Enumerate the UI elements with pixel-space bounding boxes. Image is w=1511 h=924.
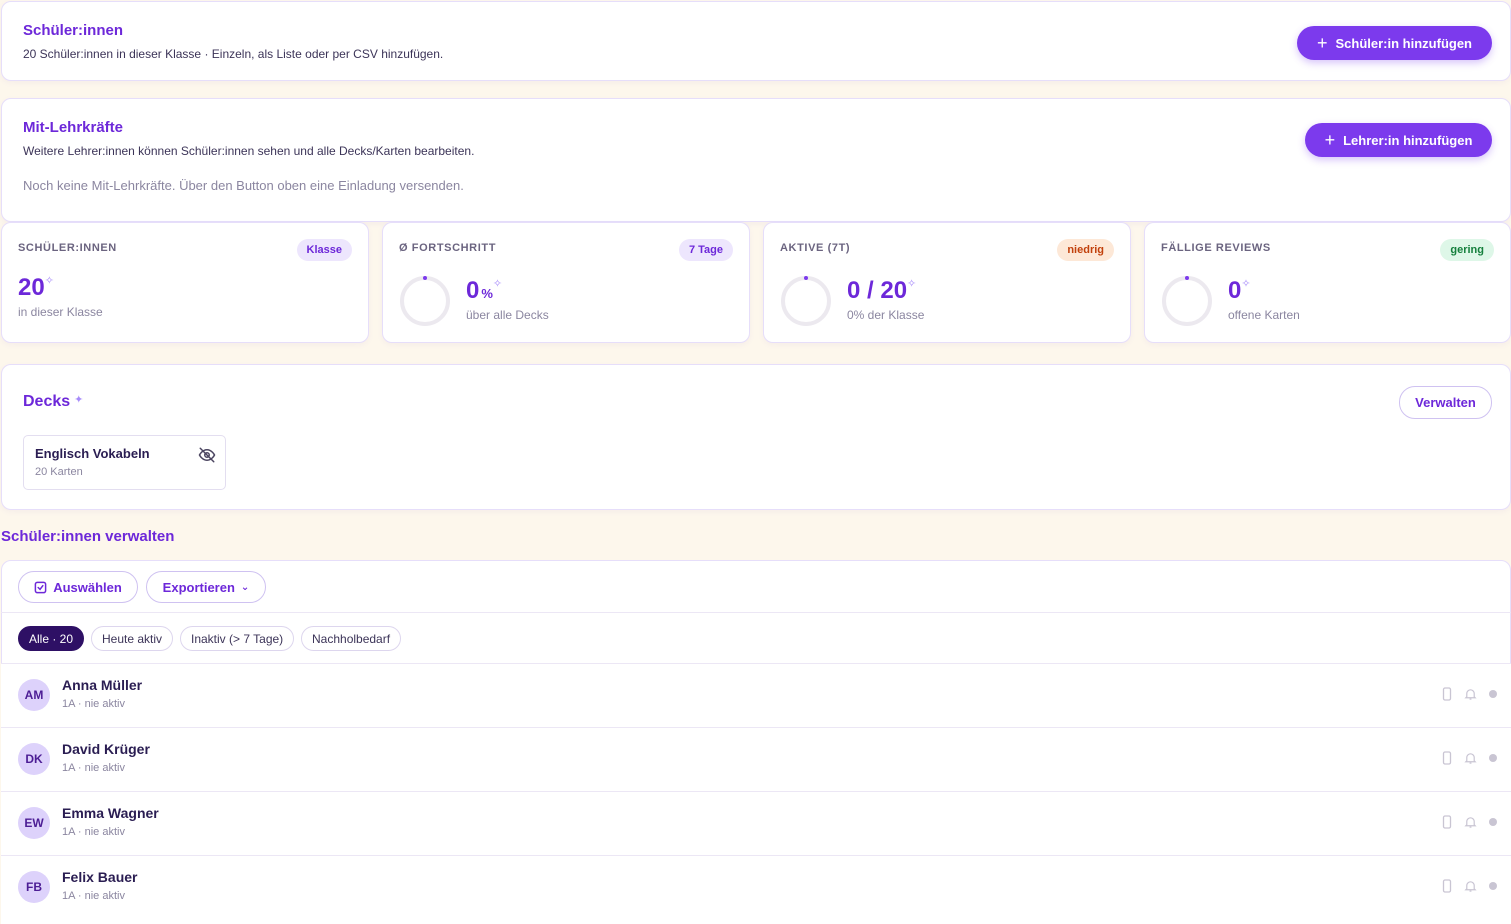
checkbox-icon <box>34 581 47 593</box>
decks-title: Decks <box>23 393 71 410</box>
student-row[interactable]: AM Anna Müller 1A · nie aktiv <box>1 663 1511 727</box>
status-dot <box>1489 690 1497 698</box>
add-student-label: Schüler:in hinzufügen <box>1335 35 1473 51</box>
deck-count: 20 Karten <box>35 466 83 478</box>
phone-icon[interactable] <box>1442 751 1452 765</box>
stat-card-active: AKTIVE (7T) niedrig 0 / 20✧ 0% der Klass… <box>763 222 1131 343</box>
stat-card-reviews: FÄLLIGE REVIEWS gering 0✧ offene Karten <box>1144 222 1511 343</box>
row-actions <box>1442 815 1497 829</box>
stat-badge: Klasse <box>296 239 352 261</box>
student-row[interactable]: FB Felix Bauer 1A · nie aktiv <box>1 855 1511 924</box>
students-subtitle: 20 Schüler:innen in dieser Klasse · Einz… <box>23 47 444 61</box>
row-actions <box>1442 687 1497 701</box>
status-dot <box>1489 754 1497 762</box>
phone-icon[interactable] <box>1442 687 1452 701</box>
select-label: Auswählen <box>53 579 122 595</box>
avatar: AM <box>18 679 50 711</box>
student-meta: 1A · nie aktiv <box>62 826 125 838</box>
deck-name: Englisch Vokabeln <box>35 446 150 461</box>
student-meta: 1A · nie aktiv <box>62 698 125 710</box>
select-button[interactable]: Auswählen <box>18 571 138 603</box>
add-teacher-label: Lehrer:in hinzufügen <box>1343 132 1473 148</box>
stat-value: 0 <box>466 277 480 304</box>
row-actions <box>1442 751 1497 765</box>
bell-icon[interactable] <box>1464 815 1477 829</box>
export-label: Exportieren <box>162 579 235 595</box>
stat-caption: in dieser Klasse <box>18 305 103 319</box>
student-name: David Krüger <box>62 741 150 757</box>
stat-label: Ø FORTSCHRITT <box>399 242 497 254</box>
add-teacher-button[interactable]: + Lehrer:in hinzufügen <box>1305 123 1492 157</box>
student-row[interactable]: DK David Krüger 1A · nie aktiv <box>1 727 1511 791</box>
filter-needs-catchup[interactable]: Nachholbedarf <box>301 626 402 651</box>
sparkle-icon: ✧ <box>1241 278 1251 290</box>
coteachers-card: Mit-Lehrkräfte Weitere Lehrer:innen könn… <box>1 98 1511 222</box>
sparkle-icon: ✦ <box>74 394 84 406</box>
students-card: Schüler:innen 20 Schüler:innen in dieser… <box>1 1 1511 81</box>
filter-all[interactable]: Alle · 20 <box>18 626 85 651</box>
students-title: Schüler:innen <box>23 22 124 39</box>
stat-label: AKTIVE (7T) <box>780 242 851 254</box>
plus-icon: + <box>1316 33 1328 53</box>
plus-icon: + <box>1324 130 1336 150</box>
decks-card: Decks ✦ Verwalten Englisch Vokabeln 20 Ka… <box>1 364 1511 510</box>
progress-ring <box>781 276 831 326</box>
row-actions <box>1442 879 1497 893</box>
stat-badge: niedrig <box>1057 239 1114 261</box>
progress-ring <box>1162 276 1212 326</box>
avatar: EW <box>18 807 50 839</box>
student-row[interactable]: EW Emma Wagner 1A · nie aktiv <box>1 791 1511 855</box>
student-name: Felix Bauer <box>62 869 138 885</box>
coteachers-title: Mit-Lehrkräfte <box>23 119 124 136</box>
status-dot <box>1489 882 1497 890</box>
eye-off-icon[interactable] <box>198 446 216 464</box>
stat-label: FÄLLIGE REVIEWS <box>1161 242 1271 254</box>
sparkle-icon: ✧ <box>492 278 503 290</box>
phone-icon[interactable] <box>1442 879 1452 893</box>
progress-ring <box>400 276 450 326</box>
filter-today-active[interactable]: Heute aktiv <box>91 626 174 651</box>
bell-icon[interactable] <box>1464 751 1477 765</box>
avatar: DK <box>18 743 50 775</box>
sparkle-icon: ✧ <box>907 278 917 290</box>
stat-badge: gering <box>1440 239 1494 261</box>
stat-caption: 0% der Klasse <box>847 308 925 322</box>
manage-students-heading: Schüler:innen verwalten <box>1 528 175 545</box>
deck-tile[interactable]: Englisch Vokabeln 20 Karten <box>23 435 226 490</box>
toolbar-divider <box>1 612 1511 613</box>
add-student-button[interactable]: + Schüler:in hinzufügen <box>1297 26 1492 60</box>
avatar: FB <box>18 871 50 903</box>
stat-card-progress: Ø FORTSCHRITT 7 Tage 0 %✧ über alle Decks <box>382 222 750 343</box>
status-dot <box>1489 818 1497 826</box>
stat-caption: offene Karten <box>1228 308 1300 322</box>
stat-unit: % <box>481 286 493 301</box>
manage-decks-button[interactable]: Verwalten <box>1399 386 1492 419</box>
student-meta: 1A · nie aktiv <box>62 762 125 774</box>
export-button[interactable]: Exportieren ⌄ <box>146 571 266 603</box>
phone-icon[interactable] <box>1442 815 1452 829</box>
chevron-down-icon: ⌄ <box>240 581 250 593</box>
filter-inactive[interactable]: Inaktiv (> 7 Tage) <box>180 626 295 651</box>
stat-caption: über alle Decks <box>466 308 549 322</box>
stat-value: 20 <box>18 274 45 301</box>
student-meta: 1A · nie aktiv <box>62 890 125 902</box>
stat-card-students: SCHÜLER:INNEN Klasse 20✧ in dieser Klass… <box>1 222 369 343</box>
student-name: Anna Müller <box>62 677 143 693</box>
stat-value: 0 <box>1228 277 1242 304</box>
sparkle-icon: ✧ <box>44 275 54 287</box>
bell-icon[interactable] <box>1464 879 1477 893</box>
stat-badge: 7 Tage <box>678 239 733 261</box>
stat-value: 0 / 20 <box>847 277 908 304</box>
stat-label: SCHÜLER:INNEN <box>18 242 117 254</box>
bell-icon[interactable] <box>1464 687 1477 701</box>
coteachers-empty-text: Noch keine Mit-Lehrkräfte. Über den Butt… <box>23 178 464 193</box>
student-name: Emma Wagner <box>62 805 159 821</box>
coteachers-subtitle: Weitere Lehrer:innen können Schüler:inne… <box>23 144 475 158</box>
